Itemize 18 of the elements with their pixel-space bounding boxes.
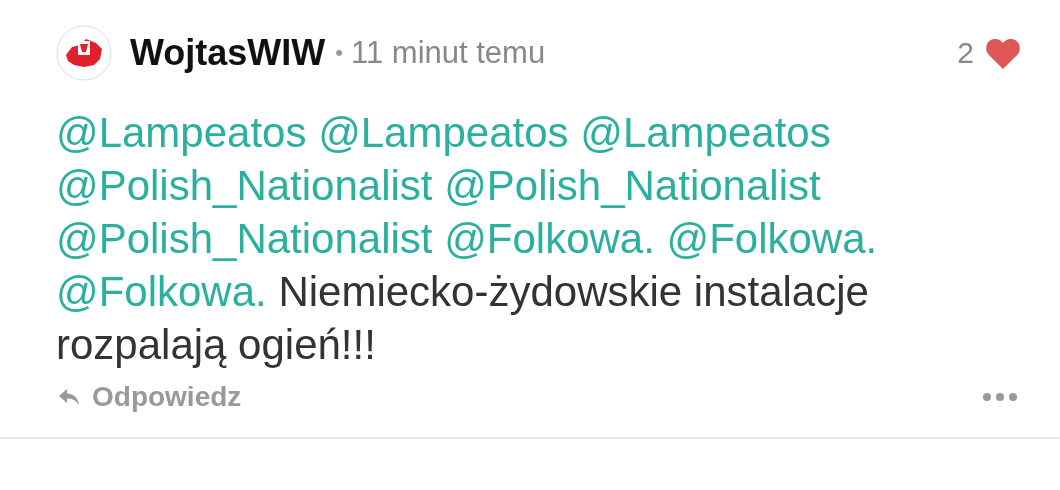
heart-icon[interactable] — [986, 37, 1020, 69]
mention-link[interactable]: @Lampeatos — [318, 109, 569, 156]
username[interactable]: WojtasWIW — [130, 32, 326, 74]
reply-button[interactable]: Odpowiedz — [56, 381, 242, 413]
separator-dot: • — [335, 40, 343, 66]
timestamp: 11 minut temu — [351, 35, 546, 71]
avatar-icon[interactable] — [56, 25, 112, 81]
mention-link[interactable]: @Lampeatos — [580, 109, 831, 156]
mention-link[interactable]: @Folkowa. — [666, 215, 878, 262]
mention-link[interactable]: @Polish_Nationalist — [444, 162, 821, 209]
like-count: 2 — [957, 36, 974, 70]
mention-link[interactable]: @Lampeatos — [56, 109, 307, 156]
mention-link[interactable]: @Polish_Nationalist — [56, 215, 433, 262]
mention-link[interactable]: @Polish_Nationalist — [56, 162, 433, 209]
comment-text: @Lampeatos @Lampeatos @Lampeatos @Polish_Nationalist @Polish_Nationalist @Polish_Nationalist @Folkowa. @Folkowa. @Folkowa. Niemiecko-żydowskie instalacje rozpalają ogień!!! — [56, 108, 879, 370]
mention-link[interactable]: @Folkowa. — [444, 215, 655, 262]
mention-link[interactable]: @Folkowa. — [56, 268, 267, 315]
more-icon[interactable] — [982, 392, 1018, 402]
